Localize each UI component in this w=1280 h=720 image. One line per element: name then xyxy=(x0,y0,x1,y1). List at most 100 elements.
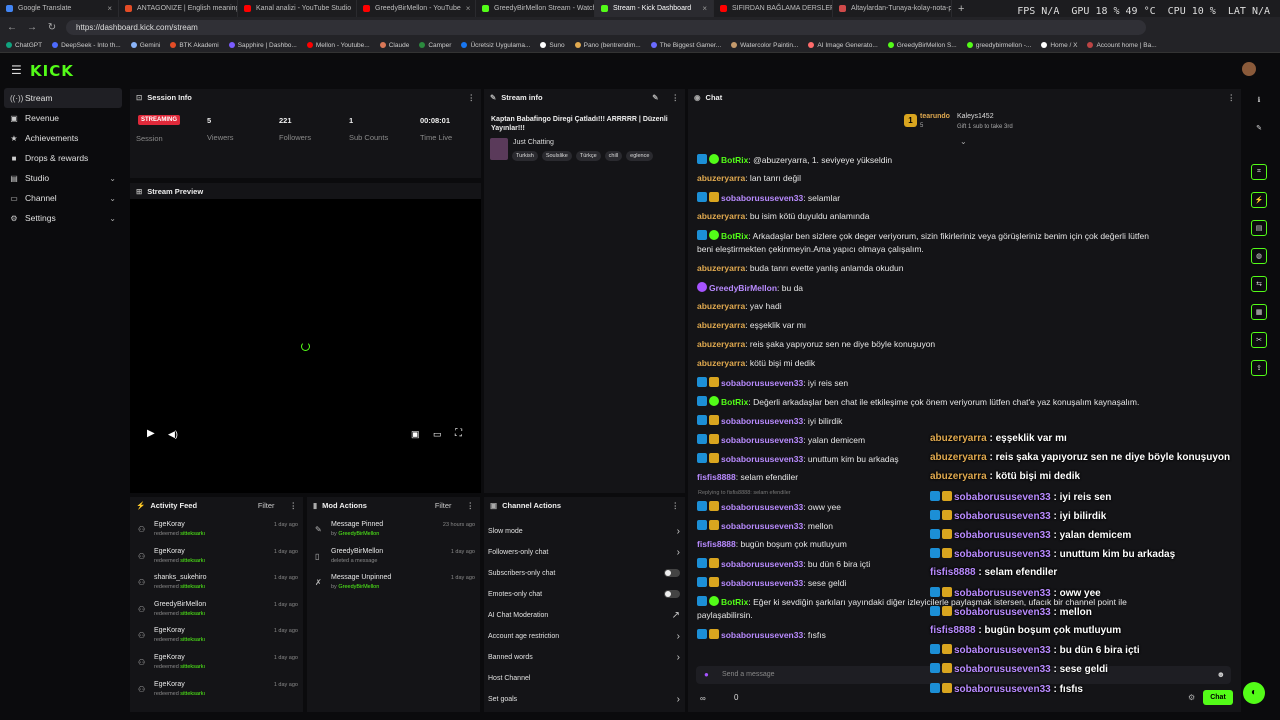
activity-user[interactable]: EgeKoray xyxy=(154,654,185,661)
top-gifter-name[interactable]: tearundo xyxy=(920,113,950,120)
bookmark-item[interactable]: The Biggest Gamer... xyxy=(650,42,721,49)
bookmark-item[interactable]: Pano (bentrendim... xyxy=(574,42,641,49)
more-options-icon[interactable]: ⋮ xyxy=(467,501,475,510)
bookmark-item[interactable]: Gemini xyxy=(130,42,160,49)
stream-tag[interactable]: Turkish xyxy=(512,151,538,161)
bookmark-item[interactable]: Camper xyxy=(419,42,451,49)
gear-icon[interactable]: ⚙ xyxy=(1188,693,1195,702)
chat-username[interactable]: sobaborususeven33 xyxy=(721,416,803,426)
channel-action-emotes-only-chat[interactable]: Emotes-only chat xyxy=(488,584,680,604)
activity-user[interactable]: EgeKoray xyxy=(154,521,185,528)
kick-logo[interactable]: KICK xyxy=(30,62,74,80)
stream-tag[interactable]: eglence xyxy=(626,151,654,161)
chevron-right-icon[interactable]: › xyxy=(677,652,680,663)
chevron-down-icon[interactable]: ⌄ xyxy=(109,174,116,183)
chat-username[interactable]: sobaborususeven33 xyxy=(721,559,803,569)
info-icon[interactable]: ℹ xyxy=(1251,92,1267,108)
browser-tab[interactable]: SIFIRDAN BAĞLAMA DERSLERİ 6 (× xyxy=(714,0,833,17)
stream-tag[interactable]: Türkçe xyxy=(575,151,601,161)
toggle-switch[interactable] xyxy=(664,590,680,598)
chevron-down-icon[interactable]: ⌄ xyxy=(109,214,116,223)
sidebar-item-revenue[interactable]: ▣ Revenue xyxy=(4,108,122,128)
more-options-icon[interactable]: ⋮ xyxy=(468,93,476,102)
chat-username[interactable]: fisfis8888 xyxy=(697,472,736,482)
external-link-icon[interactable]: ↗ xyxy=(672,610,680,621)
activity-user[interactable]: shanks_sukehiro xyxy=(154,574,207,581)
chevron-down-icon[interactable]: ⌄ xyxy=(109,194,116,203)
activity-user[interactable]: EgeKoray xyxy=(154,627,185,634)
bookmark-item[interactable]: AI Image Generato... xyxy=(808,42,878,49)
code-icon[interactable]: ⇆ xyxy=(1251,276,1267,292)
more-options-icon[interactable]: ⋮ xyxy=(1228,93,1236,102)
theater-icon[interactable]: ▭ xyxy=(433,429,442,440)
activity-user[interactable]: GreedyBirMellon xyxy=(154,601,206,608)
bookmark-item[interactable]: Claude xyxy=(379,42,409,49)
reload-icon[interactable]: ↻ xyxy=(46,22,58,33)
activity-user[interactable]: EgeKoray xyxy=(154,681,185,688)
fullscreen-icon[interactable]: ⛶ xyxy=(455,428,462,439)
browser-tab[interactable]: GreedyBirMellon - YouTube × xyxy=(357,0,476,17)
bookmark-item[interactable]: BTK Akademi xyxy=(170,42,219,49)
send-chat-button[interactable]: Chat xyxy=(1203,690,1233,705)
edit-icon[interactable]: ✎ xyxy=(652,93,658,102)
back-arrow-icon[interactable]: ← xyxy=(6,22,18,33)
chat-username[interactable]: BotRix xyxy=(721,597,748,607)
sidebar-item-stream[interactable]: ((·)) Stream xyxy=(4,88,122,108)
channel-action-host-channel[interactable]: Host Channel xyxy=(488,668,680,688)
sidebar-item-achievements[interactable]: ★ Achievements xyxy=(4,128,122,148)
more-options-icon[interactable]: ⋮ xyxy=(672,501,680,510)
channel-action-account-age-restriction[interactable]: Account age restriction › xyxy=(488,626,680,646)
chat-username[interactable]: BotRix xyxy=(721,155,748,165)
sidebar-item-studio[interactable]: ▤ Studio ⌄ xyxy=(4,168,122,188)
browser-tab[interactable]: ANTAGONIZE | English meaning -× xyxy=(119,0,238,17)
channel-action-ai-chat-moderation[interactable]: AI Chat Moderation ↗ xyxy=(488,605,680,625)
chat-username[interactable]: abuzeryarra xyxy=(697,358,745,368)
sidebar-item-settings[interactable]: ⚙ Settings ⌄ xyxy=(4,208,122,228)
sidebar-item-channel[interactable]: ▭ Channel ⌄ xyxy=(4,188,122,208)
bookmark-item[interactable]: Watercolor Paintin... xyxy=(731,42,798,49)
toggle-switch[interactable] xyxy=(664,569,680,577)
chat-username[interactable]: sobaborususeven33 xyxy=(721,578,803,588)
bookmark-item[interactable]: Ücretsiz Uygulama... xyxy=(461,42,530,49)
gift-sub-cta[interactable]: Gift 1 sub to take 3rd xyxy=(957,124,1013,130)
chat-username[interactable]: sobaborususeven33 xyxy=(721,193,803,203)
hamburger-menu-icon[interactable]: ☰ xyxy=(11,63,22,77)
chat-username[interactable]: sobaborususeven33 xyxy=(721,435,803,445)
sidebar-item-drops-rewards[interactable]: ■ Drops & rewards xyxy=(4,148,122,168)
browser-tab[interactable]: Google Translate × xyxy=(0,0,119,17)
bookmark-item[interactable]: Mellon - Youtube... xyxy=(306,42,370,49)
document-icon[interactable]: ▤ xyxy=(1251,220,1267,236)
play-icon[interactable]: ▶ xyxy=(147,428,155,439)
bookmark-item[interactable]: greedybirmellon -... xyxy=(966,42,1031,49)
channel-action-set-goals[interactable]: Set goals › xyxy=(488,689,680,709)
chat-username[interactable]: sobaborususeven33 xyxy=(721,521,803,531)
filter-button[interactable]: Filter xyxy=(435,501,452,510)
close-icon[interactable]: × xyxy=(466,4,471,13)
wrench-icon[interactable]: ✎ xyxy=(1251,120,1267,136)
stream-tag[interactable]: chill xyxy=(604,151,623,161)
volume-icon[interactable]: ◀) xyxy=(168,429,178,440)
channel-action-banned-words[interactable]: Banned words › xyxy=(488,647,680,667)
chat-username[interactable]: BotRix xyxy=(721,397,748,407)
chevron-right-icon[interactable]: › xyxy=(677,526,680,537)
activity-user[interactable]: EgeKoray xyxy=(154,548,185,555)
bookmark-item[interactable]: Sapphire | Dashbo... xyxy=(228,42,297,49)
chat-username[interactable]: BotRix xyxy=(721,231,748,241)
chat-username[interactable]: sobaborususeven33 xyxy=(721,502,803,512)
new-tab-icon[interactable]: + xyxy=(958,3,964,15)
tool-icon[interactable]: ✂ xyxy=(1251,332,1267,348)
bookmark-item[interactable]: Home / X xyxy=(1041,42,1077,49)
gift-user-name[interactable]: Kaleys1452 xyxy=(957,113,994,120)
category-name[interactable]: Just Chatting xyxy=(513,139,554,146)
bookmark-item[interactable]: ChatGPT xyxy=(6,42,42,49)
channel-action-subscribers-only-chat[interactable]: Subscribers-only chat xyxy=(488,563,680,583)
chevron-down-icon[interactable]: ⌄ xyxy=(960,137,967,146)
url-input[interactable]: https://dashboard.kick.com/stream xyxy=(66,20,1146,35)
chat-bubble-icon[interactable]: ◍ xyxy=(1251,248,1267,264)
chat-username[interactable]: abuzeryarra xyxy=(697,173,745,183)
stack-icon[interactable]: ▦ xyxy=(1251,304,1267,320)
bookmark-item[interactable]: Account home | Ba... xyxy=(1087,42,1157,49)
pip-icon[interactable]: ▣ xyxy=(411,429,420,440)
chat-username[interactable]: GreedyBirMellon xyxy=(709,283,777,293)
bookmark-item[interactable]: Suno xyxy=(540,42,565,49)
